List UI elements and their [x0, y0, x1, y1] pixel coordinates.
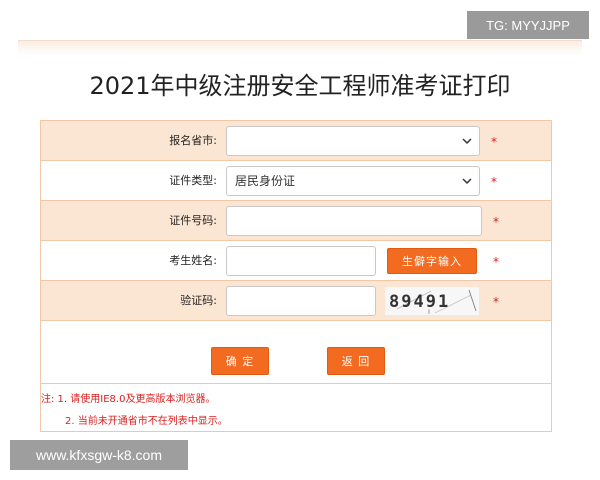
chevron-down-icon — [462, 138, 472, 145]
captcha-label: 验证码: — [180, 294, 217, 307]
back-button[interactable]: 返 回 — [327, 347, 385, 375]
site-watermark: www.kfxsgw-k8.com — [10, 440, 188, 470]
captcha-image[interactable]: 89491 — [385, 287, 479, 315]
province-select[interactable] — [226, 126, 480, 156]
row-captcha: 验证码: 89491 * — [41, 281, 551, 321]
header-band — [18, 40, 582, 55]
rare-char-button[interactable]: 生僻字输入 — [387, 248, 477, 274]
tg-badge: TG: MYYJJPP — [467, 11, 589, 39]
row-name: 考生姓名: 生僻字输入 * — [41, 241, 551, 281]
print-form: 报名省市: * 证件类型: 居民身份证 * 证件号码: * 考生姓名: 生僻字输… — [40, 120, 552, 432]
required-mark: * — [491, 175, 497, 189]
chevron-down-icon — [462, 178, 472, 185]
captcha-input[interactable] — [226, 286, 376, 316]
confirm-button[interactable]: 确 定 — [211, 347, 269, 375]
row-province: 报名省市: * — [41, 121, 551, 161]
id-number-input[interactable] — [226, 206, 482, 236]
name-label: 考生姓名: — [169, 254, 217, 267]
notes: 注: 1. 请使用IE8.0及更高版本浏览器。 2. 当前未开通省市不在列表中显… — [41, 383, 551, 431]
province-label: 报名省市: — [169, 134, 217, 147]
row-id-number: 证件号码: * — [41, 201, 551, 241]
id-type-label: 证件类型: — [169, 174, 217, 187]
required-mark: * — [491, 135, 497, 149]
id-number-label: 证件号码: — [169, 214, 217, 227]
captcha-text: 89491 — [389, 292, 450, 312]
required-mark: * — [493, 255, 499, 269]
note-provinces: 2. 当前未开通省市不在列表中显示。 — [65, 416, 228, 427]
id-type-value: 居民身份证 — [235, 174, 296, 188]
form-actions: 确 定 返 回 — [41, 321, 551, 383]
id-type-select[interactable]: 居民身份证 — [226, 166, 480, 196]
page-title: 2021年中级注册安全工程师准考证打印 — [89, 72, 511, 100]
required-mark: * — [493, 295, 499, 309]
required-mark: * — [493, 215, 499, 229]
note-browser: 注: 1. 请使用IE8.0及更高版本浏览器。 — [41, 394, 216, 405]
row-id-type: 证件类型: 居民身份证 * — [41, 161, 551, 201]
name-input[interactable] — [226, 246, 376, 276]
